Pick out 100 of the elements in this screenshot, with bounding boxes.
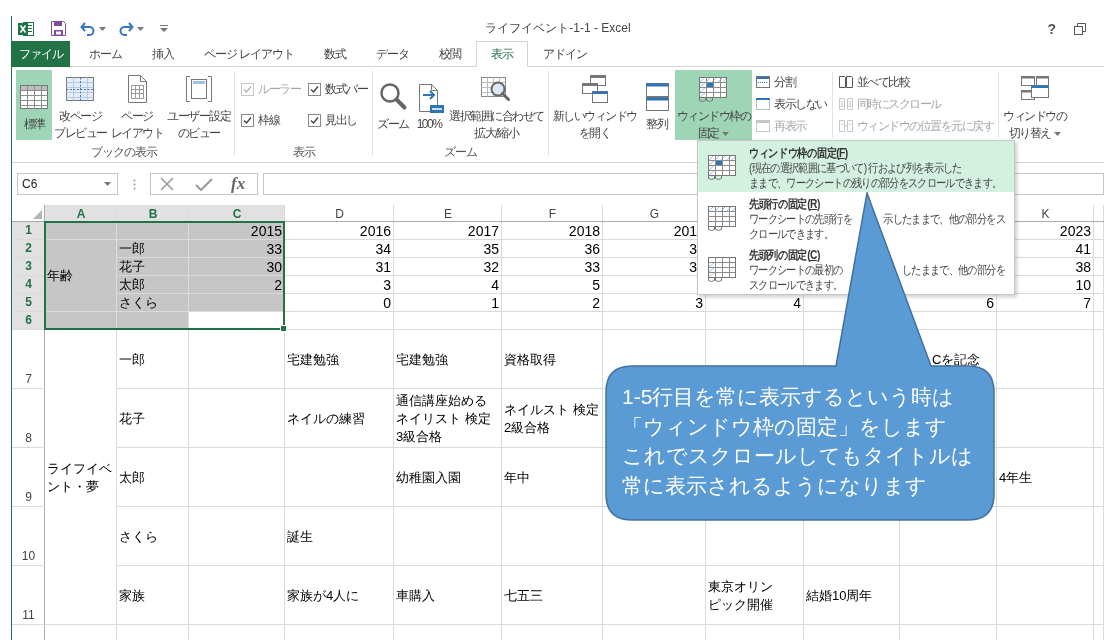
table-cell: 3	[689, 240, 697, 258]
table-cell: 4年生	[999, 468, 1033, 487]
table-cell: 太郎	[117, 276, 189, 294]
menu-item-title: ウィンドウ枠の固定(F)	[749, 145, 849, 161]
ribbon-button[interactable]: 選択範囲に合わせて拡大/縮小	[447, 70, 546, 140]
ribbon-button[interactable]: ユーザー設定のビュー	[165, 70, 232, 140]
ribbon-tab[interactable]: ページ レイアウト	[189, 41, 310, 67]
row-header[interactable]: 5	[12, 294, 45, 312]
callout-text: 1-5行目を常に表示するという時は「ウィンドウ枠の固定」をしますこれでスクロールしてもタイトルは常に表示されるようになります	[622, 384, 972, 499]
table-cell: 30	[189, 258, 285, 276]
table-cell: 36	[584, 240, 600, 258]
undo-icon[interactable]	[80, 21, 96, 36]
table-cell: 幼稚園入園	[396, 468, 461, 487]
ribbon-tab[interactable]: 挿入	[137, 41, 189, 67]
ribbon-tab[interactable]: 表示	[476, 41, 529, 67]
menu-item-description: (現在の選択範囲に基づいて) 行および列を表示した	[749, 161, 962, 176]
ribbon-tab[interactable]: アドイン	[528, 41, 603, 67]
two-pages-icon	[837, 74, 854, 90]
ribbon-button[interactable]: 並べて比較	[835, 71, 995, 93]
caret-icon[interactable]	[137, 26, 144, 31]
row-header[interactable]: 11	[12, 566, 45, 625]
ribbon-tab[interactable]: ホーム	[74, 41, 137, 67]
table-cell: 車購入	[396, 586, 435, 605]
row-header[interactable]: 2	[12, 240, 45, 258]
group-label: ズーム	[442, 144, 478, 161]
table-cell: 33	[189, 240, 285, 258]
magnifier-icon	[377, 80, 409, 113]
check-icon[interactable]	[195, 177, 213, 191]
menu-item[interactable]: 先頭列の固定(C) ワークシートの最初の したままで、他の部分を スクロールできます。	[698, 243, 1014, 294]
restore-icon[interactable]	[1074, 22, 1086, 35]
ribbon-button[interactable]: 表示しない	[753, 93, 829, 115]
table-cell: 33	[584, 258, 600, 276]
caret-icon[interactable]	[99, 26, 106, 31]
menu-item[interactable]: 先頭行の固定(R) ワークシートの先頭行を 示したままで、他の部分をス クロールできます。	[698, 192, 1014, 243]
row-header[interactable]: 7	[12, 330, 45, 389]
table-cell: 太郎	[119, 468, 145, 487]
dotted-window-icon	[755, 96, 771, 112]
checkbox[interactable]: 見出し	[308, 109, 367, 131]
toolbar-menu-icon[interactable]	[160, 25, 168, 32]
ribbon-button[interactable]: ページレイアウト	[108, 70, 165, 140]
row-header[interactable]: 10	[12, 507, 45, 566]
table-cell: 一郎	[119, 350, 145, 369]
fill-handle[interactable]	[280, 325, 287, 332]
cancel-icon[interactable]	[160, 177, 174, 191]
menu-item[interactable]: ウィンドウ枠の固定(F) (現在の選択範囲に基づいて) 行および列を表示した ままで、ワークシートの残りの部分をスクロールできます。	[698, 141, 1014, 192]
file-tab[interactable]: ファイル	[12, 41, 70, 67]
column-header[interactable]: D	[285, 205, 394, 222]
ribbon-button[interactable]: 分割	[753, 71, 829, 93]
caret-icon[interactable]	[104, 182, 111, 186]
table-cell: 花子	[119, 409, 145, 428]
ribbon-button[interactable]: 100%	[411, 70, 447, 140]
menu-item-description: 示したままで、他の部分をス	[883, 212, 1005, 227]
ribbon-button[interactable]: 改ページプレビュー	[52, 70, 109, 140]
app-logo-icon	[18, 20, 34, 37]
menu-item-title: 先頭行の固定(R)	[749, 196, 821, 212]
name-box[interactable]: C6	[17, 173, 118, 195]
row-header[interactable]: 4	[12, 276, 45, 294]
table-cell: 3	[695, 294, 703, 312]
menu-item-description: スクロールできます。	[749, 278, 843, 293]
ribbon-button[interactable]: ズーム	[375, 70, 411, 140]
table-cell: 家族	[119, 586, 145, 605]
page-arrows-icon	[837, 96, 854, 112]
ribbon-button[interactable]: 新しいウィンドウを開く	[550, 70, 639, 140]
table-cell: 一郎	[117, 240, 189, 258]
table-cell: 31	[375, 258, 391, 276]
ribbon-button[interactable]: ウィンドウの切り替え	[1001, 70, 1068, 140]
column-header[interactable]: F	[502, 205, 603, 222]
ribbon-button[interactable]: 標準	[16, 70, 52, 140]
ribbon-tab[interactable]: 数式	[309, 41, 362, 67]
table-cell: 0	[383, 294, 391, 312]
row-header[interactable]: 1	[12, 222, 45, 240]
table-cell: 34	[375, 240, 391, 258]
menu-item-description: クロールできます。	[749, 227, 834, 242]
ribbon-tab[interactable]: データ	[361, 41, 425, 67]
column-header[interactable]: E	[394, 205, 502, 222]
table-cell: 38	[1075, 258, 1091, 276]
help-button[interactable]: ?	[1047, 20, 1056, 37]
table-cell: さくら	[119, 527, 158, 546]
row-header[interactable]: 6	[12, 312, 45, 330]
ribbon-tab[interactable]: 校閲	[424, 41, 477, 67]
save-icon[interactable]	[51, 21, 66, 36]
row-header[interactable]: 3	[12, 258, 45, 276]
ribbon-button[interactable]: ウィンドウ枠の固定	[674, 70, 752, 140]
row-header[interactable]: 8	[12, 389, 45, 448]
row-header[interactable]: 9	[12, 448, 45, 507]
redo-icon[interactable]	[118, 21, 134, 36]
checkbox[interactable]: 数式バー	[308, 78, 367, 100]
ribbon-button[interactable]: 整列	[638, 70, 675, 140]
table-cell: 10	[1075, 276, 1091, 294]
menu-item-description: ワークシートの最初の	[749, 263, 843, 278]
checkbox[interactable]: 枠線	[241, 109, 300, 131]
table-cell: 201	[673, 222, 697, 240]
table-cell: 41	[1075, 240, 1091, 258]
insert-function-button[interactable]: fx	[229, 175, 248, 193]
table-cell: 誕生	[287, 527, 313, 546]
table-cell: 35	[483, 240, 499, 258]
table-cell: 年齢	[45, 240, 117, 312]
table-cell-text: ライフイベント・夢	[47, 459, 113, 496]
table-cell: 家族が4人に	[287, 586, 360, 605]
freeze-grid-icon	[706, 153, 738, 181]
